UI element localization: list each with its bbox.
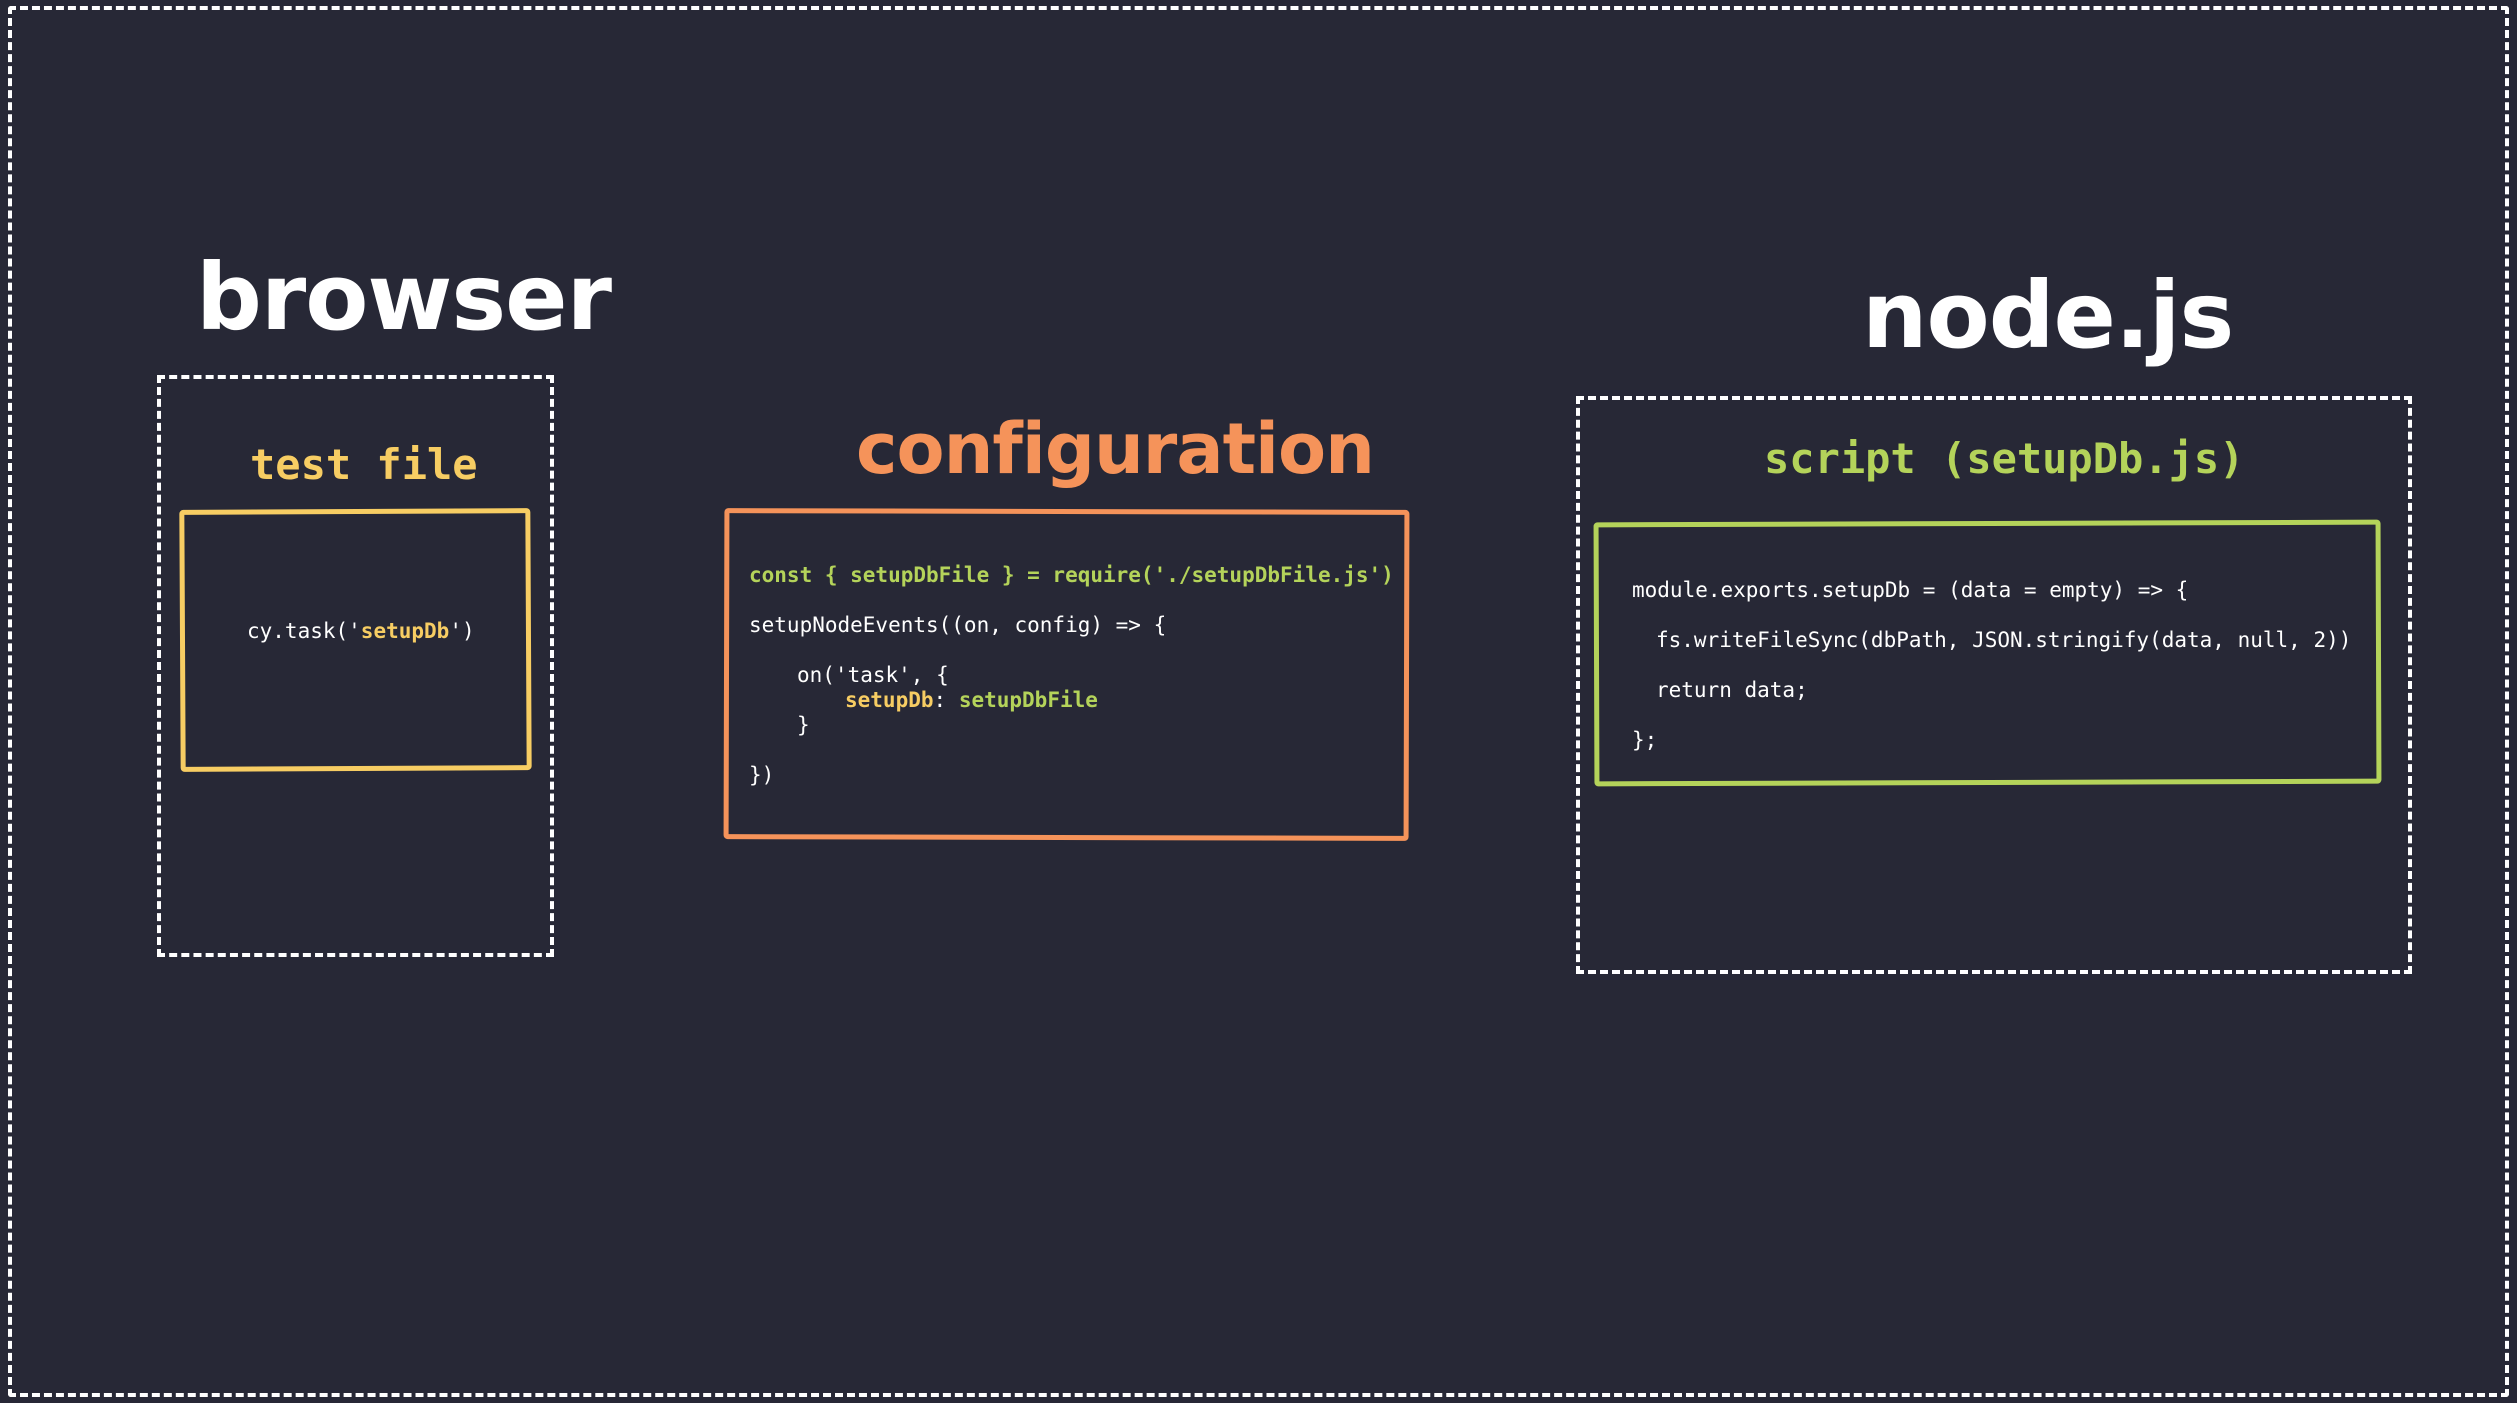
script-line-close: }; [1632, 728, 1658, 752]
browser-title: browser [196, 244, 612, 351]
config-line-on-task: on('task', { [797, 663, 949, 687]
config-line-setup-node-events: setupNodeEvents((on, config) => { [749, 613, 1167, 637]
script-line-exports: module.exports.setupDb = (data = empty) … [1632, 578, 2189, 602]
config-value: setupDbFile [958, 688, 1098, 712]
config-line-require: const { setupDbFile } = require('./setup… [749, 563, 1394, 587]
config-sep: : [933, 688, 959, 712]
script-box [1593, 519, 2382, 787]
config-line-close-brace: } [797, 713, 810, 737]
config-key: setupDb [845, 688, 934, 712]
configuration-title: configuration [856, 408, 1375, 490]
nodejs-title: node.js [1862, 262, 2234, 369]
script-line-return: return data; [1656, 678, 1808, 702]
script-line-write-file: fs.writeFileSync(dbPath, JSON.stringify(… [1656, 628, 2352, 652]
script-title: script (setupDb.js) [1764, 434, 2245, 483]
test-file-code: cy.task('setupDb') [247, 619, 475, 644]
task-name: setupDb [360, 619, 450, 643]
code-suffix: ') [449, 619, 475, 643]
code-prefix: cy.task(' [247, 619, 361, 643]
config-line-close-paren: }) [749, 763, 775, 787]
config-line-setupdb: setupDb: setupDbFile [845, 688, 1098, 713]
test-file-title: test file [250, 440, 478, 489]
